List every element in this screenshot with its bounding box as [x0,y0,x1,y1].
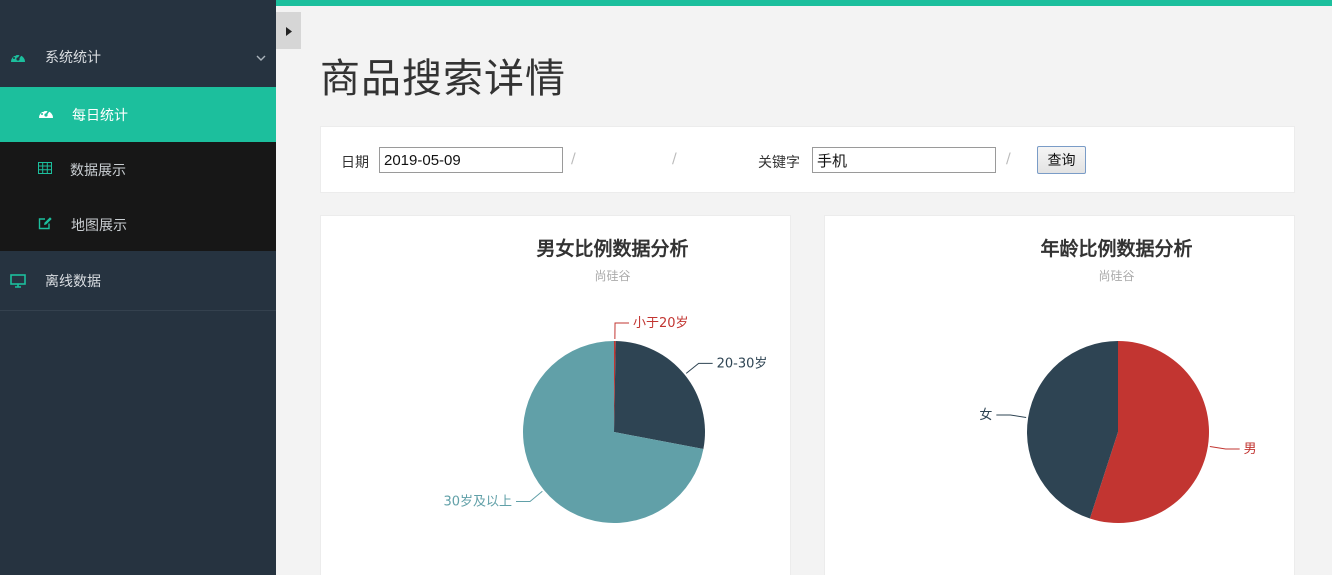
chart-panel-gender: 男女比例数据分析 尚硅谷 小于20岁 20-30岁 30岁及以上 [320,215,791,575]
keyword-input[interactable] [812,147,996,173]
dashboard-icon [38,106,54,124]
keyword-label: 关键字 [758,155,800,171]
dashboard-icon [9,48,27,66]
sidebar-item-label: 数据展示 [70,162,126,179]
sidebar-toggle-button[interactable] [276,12,301,49]
separator: / [571,151,576,167]
top-accent-bar [276,0,1332,6]
sidebar-item-data-display[interactable]: 数据展示 [0,142,276,197]
separator: / [1006,151,1011,167]
label-leader-line [996,414,1027,418]
sidebar-submenu: 每日统计 数据展示 地图展示 [0,87,276,251]
label-leader-line [614,322,630,340]
sidebar: 系统统计 每日统计 数据展示 地图展示 离线数据 [0,0,276,575]
pie-chart: 小于20岁 20-30岁 30岁及以上 [443,316,768,523]
sidebar-item-map-display[interactable]: 地图展示 [0,197,276,252]
slice-label: 30岁及以上 [443,494,512,509]
table-icon [38,161,52,178]
sidebar-item-label: 地图展示 [71,217,127,234]
sidebar-section-label: 离线数据 [45,273,101,290]
date-label: 日期 [341,155,369,171]
date-input[interactable] [379,147,563,173]
filter-panel: 日期 / / 关键字 / 查询 [320,126,1295,193]
label-leader-line [1209,446,1240,450]
chevron-down-icon [256,49,266,65]
pie-slice[interactable] [614,341,705,450]
separator: / [672,151,677,167]
label-leader-line [516,490,543,502]
sidebar-item-label: 每日统计 [72,107,128,124]
sidebar-section-offline-data[interactable]: 离线数据 [0,251,276,311]
pie-chart: 男女 [979,341,1257,523]
monitor-icon [9,272,27,290]
label-leader-line [685,362,713,374]
page-title: 商品搜索详情 [320,56,566,102]
sidebar-item-daily-stats[interactable]: 每日统计 [0,87,276,142]
slice-label: 20-30岁 [717,356,768,371]
slice-label: 女 [979,407,992,423]
caret-right-icon [285,21,292,40]
chart-panel-age: 年龄比例数据分析 尚硅谷 男女 [824,215,1295,575]
sidebar-section-label: 系统统计 [45,50,101,66]
slice-label: 小于20岁 [633,316,689,331]
edit-icon [38,216,53,234]
slice-label: 男 [1244,442,1257,457]
sidebar-section-system-stats[interactable]: 系统统计 [0,30,276,84]
query-button[interactable]: 查询 [1037,146,1086,174]
